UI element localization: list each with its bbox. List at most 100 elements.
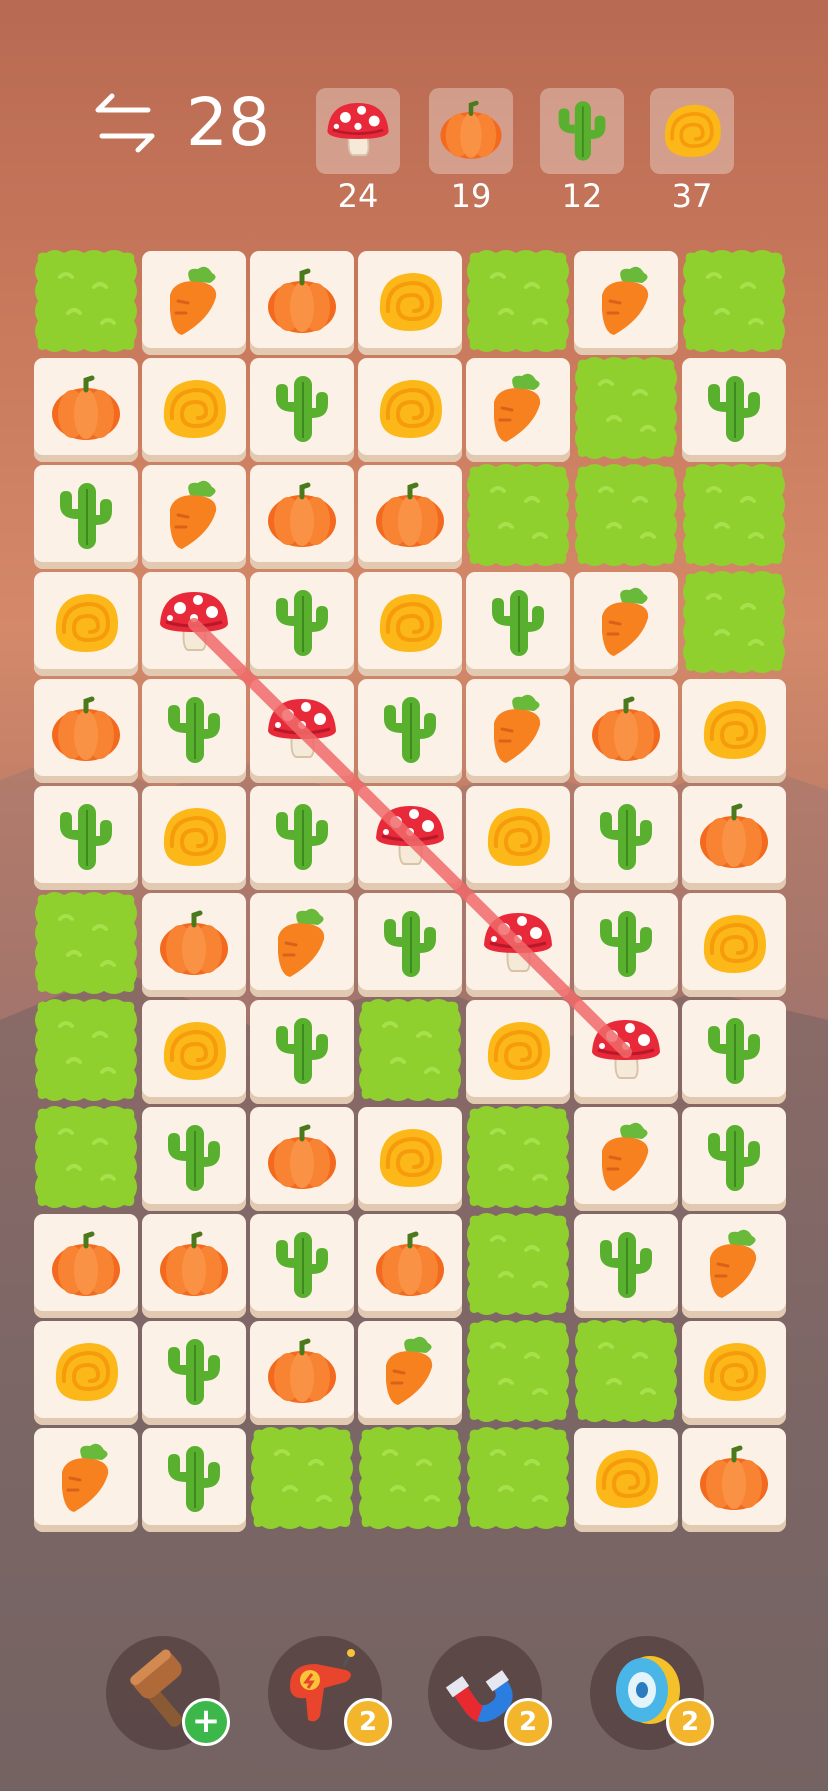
- bush-blocker-tile[interactable]: [465, 462, 571, 569]
- bush-blocker-tile[interactable]: [465, 1318, 571, 1425]
- carrot-tile[interactable]: [142, 251, 246, 355]
- cactus-icon: [275, 1231, 329, 1299]
- snail-shell-tile[interactable]: [358, 358, 462, 462]
- mushroom-tile[interactable]: [574, 1000, 678, 1104]
- bush-blocker-tile[interactable]: [465, 1104, 571, 1211]
- add-hammer-badge[interactable]: +: [182, 1698, 230, 1746]
- cactus-tile[interactable]: [142, 1321, 246, 1425]
- pumpkin-tile[interactable]: [250, 251, 354, 355]
- bush-blocker-tile[interactable]: [33, 1104, 139, 1211]
- cactus-tile[interactable]: [250, 786, 354, 890]
- cactus-tile[interactable]: [142, 1428, 246, 1532]
- cactus-tile[interactable]: [250, 572, 354, 676]
- cactus-tile[interactable]: [250, 358, 354, 462]
- cactus-tile[interactable]: [574, 786, 678, 890]
- mushroom-tile[interactable]: [466, 893, 570, 997]
- mushroom-tile[interactable]: [358, 786, 462, 890]
- cactus-tile[interactable]: [142, 1107, 246, 1211]
- carrot-tile[interactable]: [574, 572, 678, 676]
- cactus-icon: [275, 589, 329, 657]
- pumpkin-icon: [586, 689, 666, 769]
- snail-shell-tile[interactable]: [682, 679, 786, 783]
- pumpkin-tile[interactable]: [34, 679, 138, 783]
- snail-shell-tile[interactable]: [682, 1321, 786, 1425]
- cactus-tile[interactable]: [250, 1214, 354, 1318]
- snail-shell-tile[interactable]: [358, 1107, 462, 1211]
- cactus-tile[interactable]: [34, 465, 138, 569]
- booster-hammer[interactable]: +: [106, 1636, 230, 1750]
- cactus-tile[interactable]: [682, 358, 786, 462]
- snail-shell-tile[interactable]: [142, 1000, 246, 1104]
- carrot-tile[interactable]: [574, 1107, 678, 1211]
- cactus-tile[interactable]: [574, 1214, 678, 1318]
- cactus-icon: [383, 910, 437, 978]
- carrot-tile[interactable]: [250, 893, 354, 997]
- snail-shell-tile[interactable]: [682, 893, 786, 997]
- snail-shell-tile[interactable]: [142, 358, 246, 462]
- pumpkin-tile[interactable]: [358, 1214, 462, 1318]
- cactus-tile[interactable]: [142, 679, 246, 783]
- cactus-tile[interactable]: [34, 786, 138, 890]
- carrot-icon: [384, 1335, 434, 1407]
- cactus-tile[interactable]: [466, 572, 570, 676]
- cactus-tile[interactable]: [358, 679, 462, 783]
- snail-shell-tile[interactable]: [574, 1428, 678, 1532]
- snail-shell-icon: [701, 913, 768, 975]
- bush-blocker-tile[interactable]: [357, 1425, 463, 1532]
- snail-shell-tile[interactable]: [34, 1321, 138, 1425]
- pumpkin-tile[interactable]: [682, 1428, 786, 1532]
- pumpkin-tile[interactable]: [682, 786, 786, 890]
- bush-blocker-tile[interactable]: [465, 1211, 571, 1318]
- mushroom-tile[interactable]: [250, 679, 354, 783]
- bush-icon: [464, 1424, 572, 1534]
- snail-shell-tile[interactable]: [358, 251, 462, 355]
- bush-blocker-tile[interactable]: [573, 462, 679, 569]
- bush-blocker-tile[interactable]: [573, 355, 679, 462]
- carrot-tile[interactable]: [682, 1214, 786, 1318]
- snail-shell-tile[interactable]: [34, 572, 138, 676]
- cactus-tile[interactable]: [682, 1000, 786, 1104]
- bush-blocker-tile[interactable]: [33, 890, 139, 997]
- cactus-tile[interactable]: [682, 1107, 786, 1211]
- snail-shell-tile[interactable]: [142, 786, 246, 890]
- mushroom-tile[interactable]: [142, 572, 246, 676]
- bush-blocker-tile[interactable]: [465, 1425, 571, 1532]
- blaster-count-badge: 2: [344, 1698, 392, 1746]
- snail-shell-tile[interactable]: [466, 1000, 570, 1104]
- bush-blocker-tile[interactable]: [357, 997, 463, 1104]
- bush-blocker-tile[interactable]: [465, 248, 571, 355]
- cactus-tile[interactable]: [250, 1000, 354, 1104]
- booster-magnet[interactable]: 2: [428, 1636, 552, 1750]
- carrot-tile[interactable]: [142, 465, 246, 569]
- bush-blocker-tile[interactable]: [33, 248, 139, 355]
- pumpkin-tile[interactable]: [358, 465, 462, 569]
- pumpkin-tile[interactable]: [34, 1214, 138, 1318]
- pumpkin-tile[interactable]: [250, 465, 354, 569]
- bush-blocker-tile[interactable]: [681, 462, 787, 569]
- snail-shell-tile[interactable]: [358, 572, 462, 676]
- carrot-tile[interactable]: [34, 1428, 138, 1532]
- pumpkin-tile[interactable]: [34, 358, 138, 462]
- carrot-tile[interactable]: [574, 251, 678, 355]
- booster-blaster[interactable]: 2: [268, 1636, 392, 1750]
- cactus-tile[interactable]: [574, 893, 678, 997]
- bush-blocker-tile[interactable]: [33, 997, 139, 1104]
- carrot-tile[interactable]: [466, 679, 570, 783]
- pumpkin-tile[interactable]: [574, 679, 678, 783]
- pumpkin-tile[interactable]: [142, 893, 246, 997]
- pumpkin-tile[interactable]: [250, 1321, 354, 1425]
- snail-shell-icon: [485, 806, 552, 868]
- cactus-tile[interactable]: [358, 893, 462, 997]
- pumpkin-tile[interactable]: [250, 1107, 354, 1211]
- pumpkin-icon: [262, 475, 342, 555]
- cactus-icon: [707, 1017, 761, 1085]
- carrot-tile[interactable]: [358, 1321, 462, 1425]
- carrot-tile[interactable]: [466, 358, 570, 462]
- bush-blocker-tile[interactable]: [681, 569, 787, 676]
- booster-yoyo[interactable]: 2: [590, 1636, 714, 1750]
- bush-blocker-tile[interactable]: [249, 1425, 355, 1532]
- bush-blocker-tile[interactable]: [681, 248, 787, 355]
- snail-shell-tile[interactable]: [466, 786, 570, 890]
- bush-blocker-tile[interactable]: [573, 1318, 679, 1425]
- pumpkin-tile[interactable]: [142, 1214, 246, 1318]
